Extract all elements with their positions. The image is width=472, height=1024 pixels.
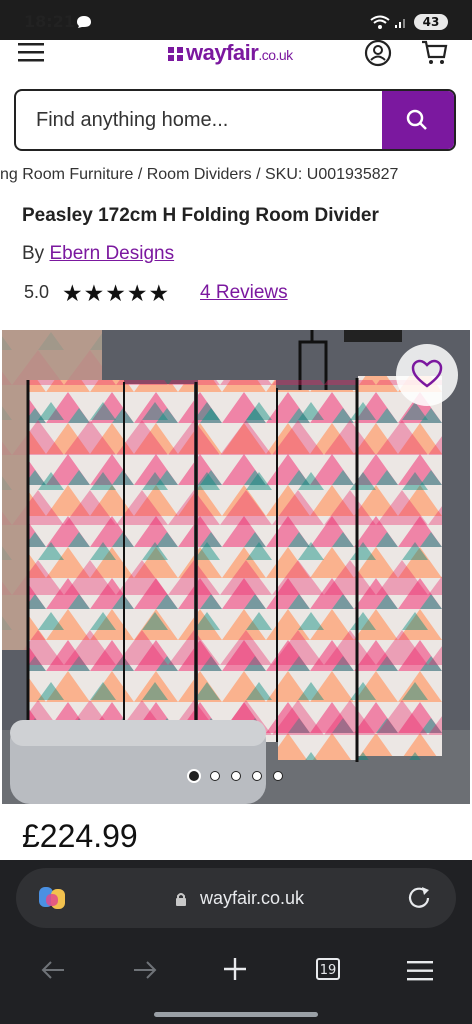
search-input[interactable]: Find anything home... — [36, 91, 228, 149]
reload-icon[interactable] — [406, 884, 434, 912]
star-icon: ★ — [62, 280, 84, 306]
reviews-link[interactable]: 4 Reviews — [200, 282, 288, 304]
chat-icon — [77, 16, 91, 28]
search-button[interactable] — [382, 91, 454, 149]
back-icon[interactable] — [40, 958, 66, 982]
cart-icon[interactable] — [420, 39, 448, 67]
carousel-dot[interactable] — [273, 771, 283, 781]
product-title: Peasley 172cm H Folding Room Divider — [22, 205, 379, 226]
heart-icon — [411, 359, 443, 388]
star-icon: ★ — [83, 280, 106, 306]
url-text[interactable]: wayfair.co.uk — [200, 888, 304, 909]
brand-line: By Ebern Designs — [22, 243, 174, 265]
browser-menu-icon[interactable] — [406, 960, 434, 982]
tabs-icon[interactable]: 19 — [316, 958, 340, 980]
account-icon[interactable] — [364, 39, 392, 67]
logo-text: wayfair — [186, 40, 259, 65]
status-time: 18:21 — [24, 12, 75, 31]
star-rating: ★★★★★ — [62, 280, 170, 307]
logo-mark-icon — [168, 47, 183, 61]
carousel-dot[interactable] — [187, 769, 201, 783]
breadcrumb[interactable]: ng Room Furniture / Room Dividers / SKU:… — [0, 166, 472, 190]
wayfair-logo[interactable]: wayfair.co.uk — [166, 40, 293, 66]
carousel-dot[interactable] — [210, 771, 220, 781]
star-icon: ★ — [148, 280, 171, 306]
gesture-handle — [154, 1012, 318, 1017]
copilot-icon[interactable] — [36, 882, 70, 914]
by-prefix: By — [22, 243, 45, 264]
signal-icon — [395, 19, 405, 28]
rating-value: 5.0 — [24, 282, 50, 302]
favorite-button[interactable] — [396, 344, 458, 406]
menu-icon[interactable] — [18, 42, 44, 62]
carousel-dot[interactable] — [231, 771, 241, 781]
brand-link[interactable]: Ebern Designs — [49, 243, 174, 264]
star-icon: ★ — [105, 280, 127, 306]
wifi-icon — [370, 15, 390, 29]
logo-suffix: .co.uk — [258, 47, 293, 63]
new-tab-icon[interactable] — [222, 956, 248, 982]
search-icon — [406, 109, 427, 130]
image-carousel-dots[interactable] — [186, 768, 286, 784]
search-bar[interactable]: Find anything home... — [14, 89, 456, 151]
carousel-dot[interactable] — [252, 771, 262, 781]
forward-icon[interactable] — [132, 958, 158, 982]
battery-indicator: 43 — [414, 14, 448, 30]
lock-icon — [176, 893, 186, 906]
product-price: £224.99 — [22, 818, 138, 854]
star-icon: ★ — [126, 280, 149, 306]
